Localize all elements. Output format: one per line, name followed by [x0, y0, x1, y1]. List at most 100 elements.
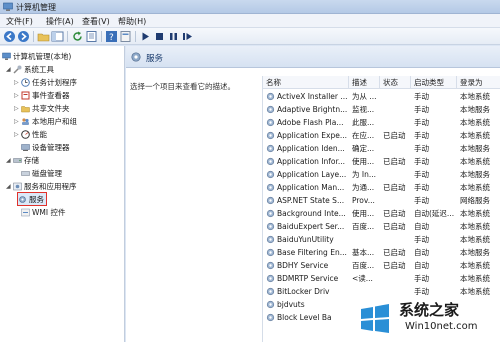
service-name: bjdvuts	[277, 300, 305, 309]
pane-header: 服务	[126, 46, 500, 68]
up-folder-icon[interactable]	[37, 30, 50, 43]
service-log-on-as: 本地系统	[460, 131, 490, 140]
table-row[interactable]: Background Inte... 使用... 已启动 自动(延迟... 本地系统	[263, 207, 500, 220]
table-row[interactable]: Application Iden... 确定... 手动 本地服务	[263, 142, 500, 155]
table-row[interactable]: ActiveX Installer ... 为从 ... 手动 本地系统	[263, 90, 500, 103]
tree-item-task-scheduler[interactable]: ▷ 任务计划程序	[14, 76, 77, 88]
service-description-cell: 为 In...	[352, 170, 377, 179]
column-header-log-on-as[interactable]: 登录为	[457, 76, 500, 89]
clock-icon	[21, 77, 30, 87]
service-name: Base Filtering En...	[277, 248, 347, 257]
column-header-startup-type[interactable]: 启动类型	[411, 76, 457, 89]
menu-action[interactable]: 操作(A)	[44, 16, 76, 27]
restart-service-icon[interactable]	[181, 30, 194, 43]
pause-service-icon[interactable]	[167, 30, 180, 43]
tree-item-system-tools[interactable]: ◢ 系统工具	[6, 63, 54, 75]
services-gear-icon	[19, 195, 26, 203]
menu-help[interactable]: 帮助(H)	[116, 16, 148, 27]
tree-item-label: 磁盘管理	[32, 168, 62, 178]
tree-item-label: 事件查看器	[32, 90, 70, 100]
title-bar: 计算机管理	[0, 0, 500, 14]
expand-arrow-icon[interactable]: ▷	[14, 118, 21, 125]
collapse-arrow-icon[interactable]: ◢	[6, 66, 13, 73]
tree-item-device-manager[interactable]: 设备管理器	[21, 141, 70, 153]
device-manager-icon	[21, 143, 30, 151]
column-header-name[interactable]: 名称	[263, 76, 349, 89]
service-log-on-as: 本地系统	[460, 92, 490, 101]
column-header-status[interactable]: 状态	[380, 76, 411, 89]
help-icon[interactable]: ?	[105, 30, 118, 43]
table-row[interactable]: Application Expe... 在应... 已启动 手动 本地系统	[263, 129, 500, 142]
window-title: 计算机管理	[16, 3, 56, 12]
table-row[interactable]: BaiduExpert Ser... 百度... 已启动 自动 本地系统	[263, 220, 500, 233]
service-log-on-as: 本地系统	[460, 118, 490, 127]
service-name: BDMRTP Service	[277, 274, 339, 283]
service-status: 已启动	[383, 261, 406, 270]
service-status: 已启动	[383, 183, 406, 192]
collapse-arrow-icon[interactable]: ◢	[6, 157, 13, 164]
stop-service-icon[interactable]	[153, 30, 166, 43]
tree-item-storage[interactable]: ◢ 存储	[6, 154, 39, 166]
tree-item-label: WMI 控件	[32, 207, 66, 217]
tree-item-services-and-apps[interactable]: ◢ 服务和应用程序	[6, 180, 77, 192]
column-header-description[interactable]: 描述	[349, 76, 380, 89]
collapse-arrow-icon[interactable]: ◢	[6, 183, 13, 190]
forward-icon[interactable]	[17, 30, 30, 43]
properties-icon[interactable]	[119, 30, 132, 43]
tree-item-shared-folders[interactable]: ▷ 共享文件夹	[14, 102, 70, 114]
tree-item-services[interactable]: 服务	[17, 192, 47, 206]
service-description-cell: Prov...	[352, 196, 375, 205]
service-name: BaiduYunUtility	[277, 235, 334, 244]
service-name: ASP.NET State S...	[277, 196, 345, 205]
table-row[interactable]: BaiduYunUtility 手动 本地系统	[263, 233, 500, 246]
service-startup-type: 手动	[414, 144, 429, 153]
menu-view[interactable]: 查看(V)	[80, 16, 112, 27]
table-row[interactable]: ASP.NET State S... Prov... 手动 网络服务	[263, 194, 500, 207]
tree-root[interactable]: 计算机管理(本地)	[2, 50, 71, 62]
service-status: 已启动	[383, 209, 406, 218]
expand-arrow-icon[interactable]: ▷	[14, 131, 21, 138]
tree-item-label: 本地用户和组	[32, 116, 77, 126]
service-name: Application Man...	[277, 183, 345, 192]
service-gear-icon	[266, 222, 275, 231]
menu-file[interactable]: 文件(F)	[4, 16, 35, 27]
table-row[interactable]: Adaptive Brightn... 监视... 手动 本地服务	[263, 103, 500, 116]
service-startup-type: 手动	[414, 183, 429, 192]
service-description-cell: <读...	[352, 274, 373, 283]
tree-item-wmi-control[interactable]: WMI 控件	[21, 206, 65, 218]
service-description-cell: 为通...	[352, 183, 375, 192]
services-gear-icon	[131, 52, 141, 62]
shared-folder-icon	[21, 105, 30, 112]
expand-arrow-icon[interactable]: ▷	[14, 105, 21, 112]
service-name: Application Iden...	[277, 144, 345, 153]
expand-arrow-icon[interactable]: ▷	[14, 92, 21, 99]
refresh-icon[interactable]	[71, 30, 84, 43]
service-description-cell: 此服...	[352, 118, 375, 127]
service-name: Adobe Flash Pla...	[277, 118, 344, 127]
table-row[interactable]: BDMRTP Service <读... 手动 本地系统	[263, 272, 500, 285]
tree-item-performance[interactable]: ▷ 性能	[14, 128, 47, 140]
table-row[interactable]: Application Laye... 为 In... 手动 本地服务	[263, 168, 500, 181]
service-gear-icon	[266, 92, 275, 101]
table-row[interactable]: Application Man... 为通... 已启动 手动 本地系统	[263, 181, 500, 194]
table-row[interactable]: Base Filtering En... 基本... 已启动 自动 本地服务	[263, 246, 500, 259]
table-row[interactable]: BDHY Service 百度... 已启动 自动 本地系统	[263, 259, 500, 272]
service-gear-icon	[266, 235, 275, 244]
service-gear-icon	[266, 170, 275, 179]
expand-arrow-icon[interactable]: ▷	[14, 79, 21, 86]
service-description-cell: 确定...	[352, 144, 375, 153]
tree-item-disk-management[interactable]: 磁盘管理	[21, 167, 62, 179]
service-gear-icon	[266, 105, 275, 114]
tree-item-event-viewer[interactable]: ▷ 事件查看器	[14, 89, 70, 101]
back-icon[interactable]	[3, 30, 16, 43]
export-list-icon[interactable]	[85, 30, 98, 43]
tools-icon	[13, 65, 22, 74]
table-row[interactable]: Application Infor... 使用... 已启动 手动 本地系统	[263, 155, 500, 168]
service-gear-icon	[266, 183, 275, 192]
start-service-icon[interactable]	[139, 30, 152, 43]
tree-item-local-users[interactable]: ▷ 本地用户和组	[14, 115, 77, 127]
table-row[interactable]: Adobe Flash Pla... 此服... 手动 本地系统	[263, 116, 500, 129]
computer-management-icon	[3, 2, 13, 11]
show-tree-icon[interactable]	[51, 30, 64, 43]
service-name: Block Level Ba	[277, 313, 332, 322]
